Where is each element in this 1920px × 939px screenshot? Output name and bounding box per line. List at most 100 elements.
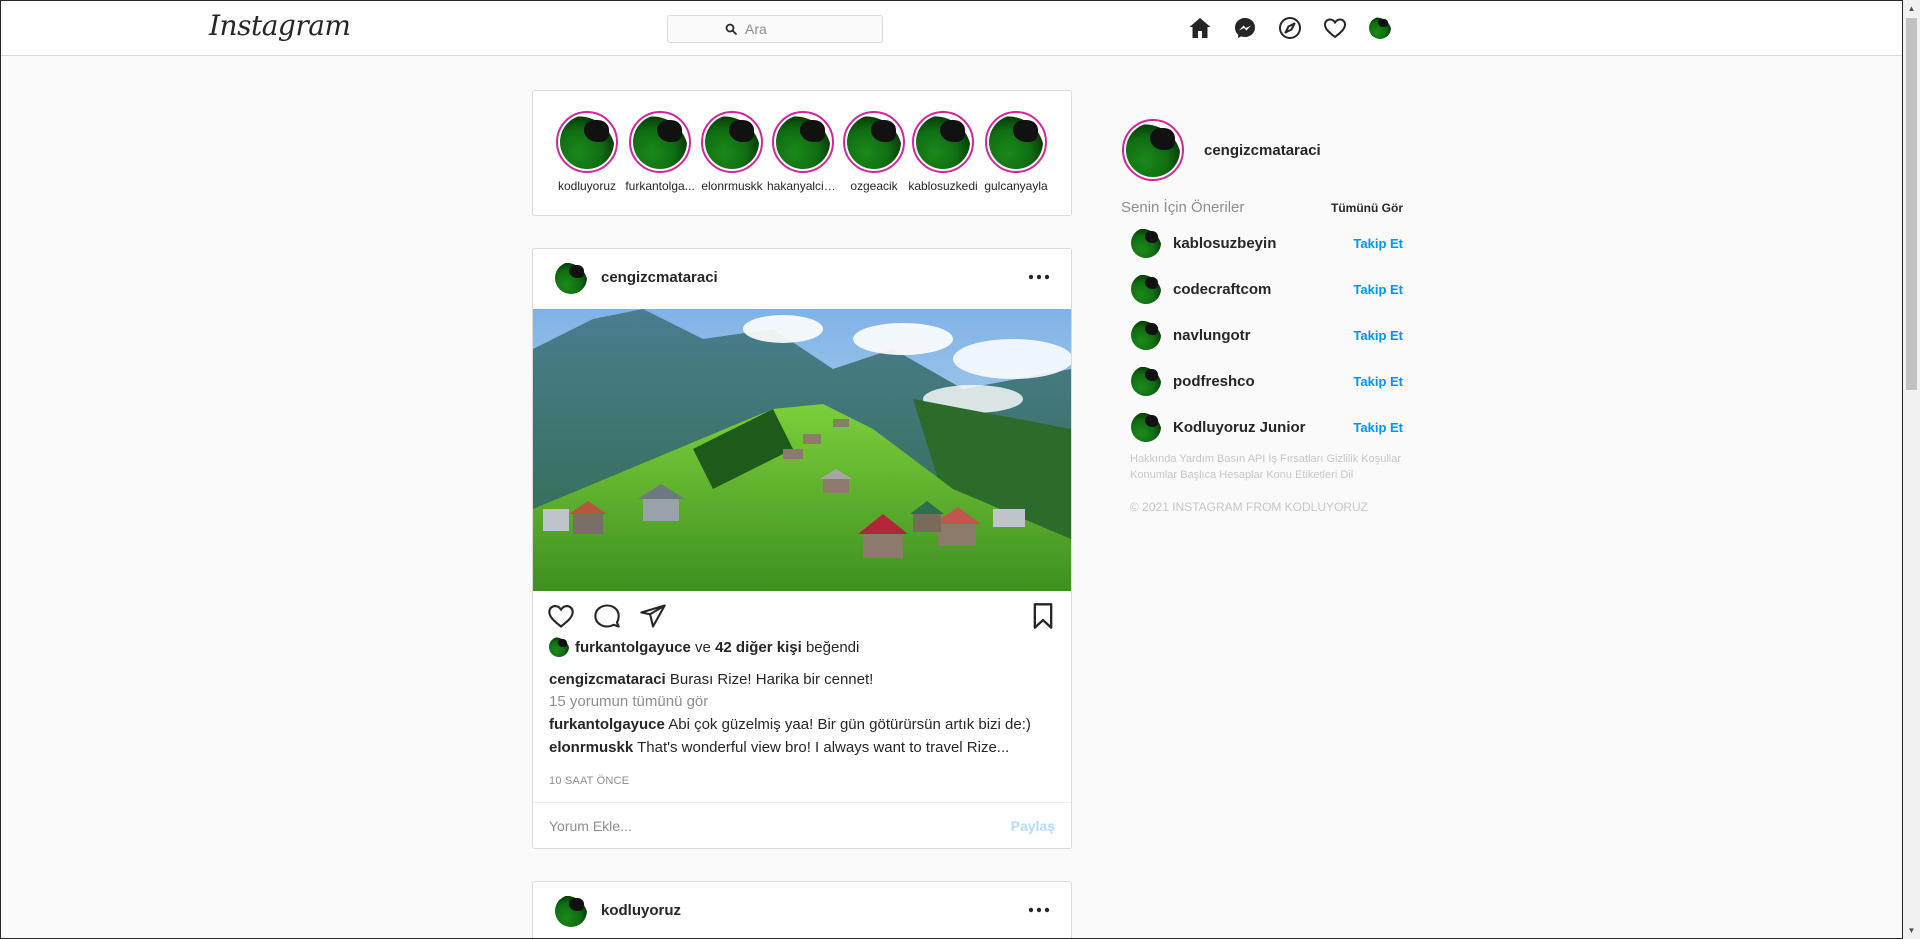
search-input[interactable] [745,21,825,37]
feed-post: cengizcmataraci furkantolgayuce ve 42 di… [532,248,1072,849]
more-options-icon[interactable] [1027,267,1051,287]
story-ring [556,111,618,173]
see-all-link[interactable]: Tümünü Gör [1331,201,1403,215]
likes-connector: ve [695,638,711,656]
like-heart-icon[interactable] [547,602,575,630]
comment-item: furkantolgayuce Abi çok güzelmiş yaa! Bi… [549,716,1031,733]
avatar [560,115,614,169]
follow-button[interactable]: Takip Et [1353,282,1403,297]
story-item[interactable]: gulcanyayla [980,111,1052,193]
comment-bubble-icon[interactable] [593,602,621,630]
scroll-thumb[interactable] [1906,18,1917,390]
activity-heart-icon[interactable] [1322,15,1347,40]
suggestion-username[interactable]: kablosuzbeyin [1173,235,1353,252]
follow-button[interactable]: Takip Et [1353,374,1403,389]
view-all-comments-link[interactable]: 15 yorumun tümünü gör [549,693,708,710]
feed-post: kodluyoruz [532,881,1072,938]
comment-item: elonrmuskk That's wonderful view bro! I … [549,739,1009,756]
story-ring [912,111,974,173]
avatar [989,115,1043,169]
avatar[interactable] [1131,366,1161,396]
profile-ring[interactable] [1122,119,1184,181]
home-icon[interactable] [1187,15,1212,40]
story-item[interactable]: kodluyoruz [551,111,623,193]
suggestions-title: Senin İçin Öneriler [1121,199,1245,216]
post-author-username[interactable]: kodluyoruz [601,902,681,919]
post-photo[interactable] [533,309,1071,591]
comment-input[interactable] [549,818,1011,834]
scroll-down-arrow-icon[interactable]: ▼ [1903,922,1920,939]
suggestions-header: Senin İçin Öneriler Tümünü Gör [1121,199,1403,216]
share-paper-plane-icon[interactable] [639,602,667,630]
avatar[interactable] [1131,320,1161,350]
more-options-icon[interactable] [1027,900,1051,920]
instagram-logo[interactable]: Instagram [209,9,351,42]
search-icon [725,23,737,35]
follow-button[interactable]: Takip Et [1353,328,1403,343]
story-item[interactable]: elonrmuskk [696,111,768,193]
story-username: kablosuzkedi [908,179,978,193]
avatar [916,115,970,169]
bookmark-icon[interactable] [1029,602,1057,630]
story-username: ozgeacik [850,179,898,193]
sidebar-profile: cengizcmataraci [1122,119,1321,181]
follow-button[interactable]: Takip Et [1353,420,1403,435]
post-author-username[interactable]: cengizcmataraci [601,269,718,286]
comment-username[interactable]: furkantolgayuce [549,716,665,733]
avatar[interactable] [1131,228,1161,258]
profile-avatar-button[interactable] [1367,15,1392,40]
avatar[interactable] [1131,412,1161,442]
suggestion-item: podfreshco Takip Et [1131,366,1403,396]
suggestion-item: Kodluyoruz Junior Takip Et [1131,412,1403,442]
story-item[interactable]: kablosuzkedi [907,111,979,193]
likes-summary: furkantolgayuce ve 42 diğer kişi beğendi [549,637,859,657]
suggestion-item: kablosuzbeyin Takip Et [1131,228,1403,258]
suggestion-username[interactable]: codecraftcom [1173,281,1353,298]
others-count[interactable]: 42 diğer kişi [715,639,802,656]
story-username: hakanyalcin... [767,179,839,193]
follow-button[interactable]: Takip Et [1353,236,1403,251]
avatar [549,637,569,657]
copyright-text: © 2021 INSTAGRAM FROM KODLUYORUZ [1130,500,1368,514]
story-ring [843,111,905,173]
comment-username[interactable]: elonrmuskk [549,739,633,756]
caption-text: Burası Rize! Harika bir cennet! [669,671,874,688]
explore-compass-icon[interactable] [1277,15,1302,40]
post-actions [547,602,667,630]
post-caption: cengizcmataraci Burası Rize! Harika bir … [549,669,873,691]
story-item[interactable]: furkantolga... [624,111,696,193]
stories-tray: kodluyoruz furkantolga... elonrmuskk hak… [532,90,1072,216]
post-author-avatar[interactable] [555,262,587,294]
post-header: cengizcmataraci [533,249,1071,309]
suggestion-username[interactable]: navlungotr [1173,327,1353,344]
avatar [1368,16,1391,39]
caption-username[interactable]: cengizcmataraci [549,671,666,688]
scroll-up-arrow-icon[interactable]: ▲ [1903,0,1920,17]
footer-links[interactable]: Hakkında Yardım Basın API İş Fırsatları … [1130,451,1420,483]
page-scrollbar[interactable]: ▲ ▼ [1903,0,1920,939]
story-username: gulcanyayla [984,179,1048,193]
story-username: kodluyoruz [557,179,617,193]
comment-text: Abi çok güzelmiş yaa! Bir gün götürürsün… [668,716,1031,733]
sidebar-username[interactable]: cengizcmataraci [1204,142,1321,159]
messenger-icon[interactable] [1232,15,1257,40]
story-ring [772,111,834,173]
search-box[interactable] [667,15,883,43]
avatar [633,115,687,169]
suggestion-item: navlungotr Takip Et [1131,320,1403,350]
suggestion-username[interactable]: podfreshco [1173,373,1353,390]
app-viewport: Instagram kodluyoruz [0,0,1903,939]
suggestion-username[interactable]: Kodluyoruz Junior [1173,419,1353,436]
likes-suffix: beğendi [805,638,860,656]
story-item[interactable]: hakanyalcin... [767,111,839,193]
top-nav-bar: Instagram [1,1,1902,56]
story-item[interactable]: ozgeacik [838,111,910,193]
post-author-avatar[interactable] [555,895,587,927]
avatar [1126,123,1180,177]
avatar [776,115,830,169]
story-ring [629,111,691,173]
comment-text: That's wonderful view bro! I always want… [637,739,1010,756]
avatar[interactable] [1131,274,1161,304]
liker-username[interactable]: furkantolgayuce [575,639,691,656]
post-comment-button[interactable]: Paylaş [1011,818,1055,834]
